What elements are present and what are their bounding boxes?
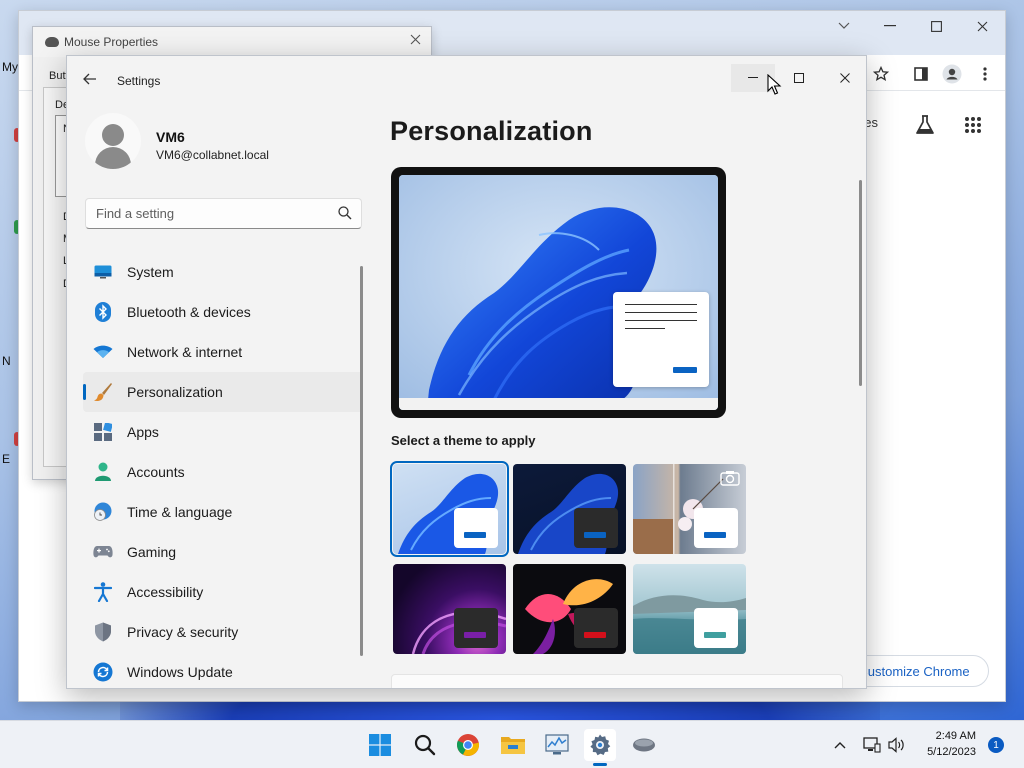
mouse-icon[interactable] bbox=[628, 729, 660, 761]
shield-icon bbox=[93, 622, 113, 642]
star-icon[interactable] bbox=[870, 63, 892, 85]
sidebar-item-network[interactable]: Network & internet bbox=[83, 332, 363, 372]
windows-start-icon[interactable] bbox=[364, 729, 396, 761]
sidebar-scrollbar[interactable] bbox=[360, 266, 363, 656]
mouse-properties-titlebar[interactable]: Mouse Properties bbox=[33, 27, 431, 57]
theme-preview bbox=[391, 167, 726, 418]
maximize-icon[interactable] bbox=[913, 11, 959, 41]
notification-badge[interactable]: 1 bbox=[988, 737, 1004, 753]
desktop-icon-label[interactable]: My bbox=[2, 60, 18, 74]
camera-icon[interactable] bbox=[720, 470, 740, 486]
theme-card-flow[interactable] bbox=[633, 564, 746, 654]
chrome-icon[interactable] bbox=[452, 729, 484, 761]
sidebar-item-label: Apps bbox=[127, 424, 159, 440]
profile-icon[interactable] bbox=[941, 63, 963, 85]
sidebar-nav: System Bluetooth & devices Network & int… bbox=[83, 252, 363, 688]
sidebar-item-system[interactable]: System bbox=[83, 252, 363, 292]
performance-monitor-icon[interactable] bbox=[541, 729, 573, 761]
user-name: VM6 bbox=[156, 129, 185, 145]
active-app-indicator bbox=[593, 763, 607, 766]
sidebar-item-label: Network & internet bbox=[127, 344, 243, 360]
sidebar-item-label: System bbox=[127, 264, 174, 280]
sidebar-item-label: Gaming bbox=[127, 544, 177, 560]
mouse-cursor-icon bbox=[767, 74, 782, 95]
theme-card-captured-motion[interactable] bbox=[513, 564, 626, 654]
preview-accent-button bbox=[673, 367, 697, 373]
theme-card-glow[interactable] bbox=[393, 564, 506, 654]
more-vert-icon[interactable] bbox=[974, 63, 996, 85]
wifi-icon bbox=[93, 342, 113, 362]
settings-card[interactable] bbox=[391, 674, 843, 688]
window-title: Mouse Properties bbox=[64, 35, 159, 49]
sidebar-item-apps[interactable]: Apps bbox=[83, 412, 363, 452]
volume-icon[interactable] bbox=[887, 735, 907, 755]
app-title: Settings bbox=[117, 74, 161, 88]
sidebar-item-personalization[interactable]: Personalization bbox=[83, 372, 363, 412]
avatar[interactable] bbox=[85, 113, 141, 169]
search-icon[interactable] bbox=[409, 729, 441, 761]
preview-wallpaper bbox=[399, 175, 718, 410]
close-icon bbox=[840, 73, 850, 83]
accessibility-icon bbox=[93, 582, 113, 602]
sidebar-item-label: Bluetooth & devices bbox=[127, 304, 251, 320]
user-email: VM6@collabnet.local bbox=[156, 148, 269, 162]
themes-heading: Select a theme to apply bbox=[391, 433, 536, 448]
sidebar-item-accessibility[interactable]: Accessibility bbox=[83, 572, 363, 612]
search-input[interactable] bbox=[85, 198, 362, 229]
sidebar-item-label: Personalization bbox=[127, 384, 223, 400]
mouse-icon bbox=[45, 37, 59, 47]
file-explorer-icon[interactable] bbox=[497, 729, 529, 761]
network-icon[interactable] bbox=[862, 735, 882, 755]
sidebar-item-privacy-security[interactable]: Privacy & security bbox=[83, 612, 363, 652]
windows-update-icon bbox=[93, 662, 113, 682]
maximize-icon bbox=[794, 73, 804, 83]
chrome-window-controls bbox=[821, 11, 1005, 41]
sidebar-item-label: Accessibility bbox=[127, 584, 204, 600]
preview-taskbar bbox=[399, 398, 718, 410]
clock-time[interactable]: 2:49 AM bbox=[912, 730, 976, 742]
gamepad-icon bbox=[93, 542, 113, 562]
clock-date[interactable]: 5/12/2023 bbox=[912, 746, 976, 758]
chevron-down-icon[interactable] bbox=[821, 11, 867, 41]
sidebar-item-label: Accounts bbox=[127, 464, 185, 480]
theme-card-windows-spotlight[interactable] bbox=[633, 464, 746, 554]
desktop-icon-label[interactable]: E bbox=[2, 452, 10, 466]
chevron-up-icon[interactable] bbox=[830, 735, 850, 755]
page-title: Personalization bbox=[390, 116, 593, 146]
close-icon[interactable] bbox=[410, 32, 421, 49]
desktop-icon-label[interactable]: N bbox=[2, 354, 11, 368]
labs-flask-icon[interactable] bbox=[911, 111, 939, 139]
apps-icon bbox=[93, 422, 113, 442]
bluetooth-icon bbox=[93, 302, 113, 322]
sidebar-item-bluetooth[interactable]: Bluetooth & devices bbox=[83, 292, 363, 332]
theme-card-windows-light[interactable] bbox=[390, 461, 509, 557]
theme-card-windows-dark[interactable] bbox=[513, 464, 626, 554]
sidebar-item-time-language[interactable]: Time & language bbox=[83, 492, 363, 532]
close-button[interactable] bbox=[823, 64, 866, 92]
taskbar: 2:49 AM 5/12/2023 1 bbox=[0, 720, 1024, 768]
main-scrollbar[interactable] bbox=[859, 180, 862, 386]
preview-window-card bbox=[613, 292, 709, 387]
settings-window: Settings VM6 VM6@collabnet.local System … bbox=[66, 55, 867, 689]
close-icon[interactable] bbox=[959, 11, 1005, 41]
minimize-icon bbox=[748, 77, 758, 78]
time-language-icon bbox=[93, 502, 113, 522]
sidebar-item-gaming[interactable]: Gaming bbox=[83, 532, 363, 572]
sidebar-item-label: Windows Update bbox=[127, 664, 233, 680]
paintbrush-icon bbox=[93, 382, 113, 402]
theme-grid bbox=[390, 461, 751, 654]
back-arrow-icon[interactable] bbox=[83, 72, 97, 90]
system-icon bbox=[93, 262, 113, 282]
sidebar-item-label: Time & language bbox=[127, 504, 233, 520]
minimize-icon[interactable] bbox=[867, 11, 913, 41]
maximize-button[interactable] bbox=[777, 64, 821, 92]
sidebar-item-label: Privacy & security bbox=[127, 624, 239, 640]
sidebar-item-windows-update[interactable]: Windows Update bbox=[83, 652, 363, 688]
settings-gear-icon[interactable] bbox=[584, 729, 616, 761]
apps-grid-icon[interactable] bbox=[959, 111, 987, 139]
side-panel-icon[interactable] bbox=[910, 63, 932, 85]
sidebar-item-accounts[interactable]: Accounts bbox=[83, 452, 363, 492]
accounts-icon bbox=[93, 462, 113, 482]
search-icon[interactable] bbox=[337, 205, 353, 221]
